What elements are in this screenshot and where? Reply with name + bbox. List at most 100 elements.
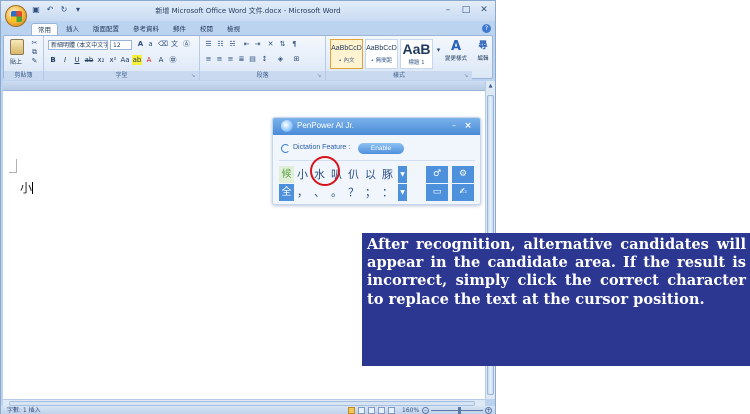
candidate-dropdown-icon[interactable]: ▼ [398, 166, 407, 183]
symbol-1[interactable]: ， [294, 184, 311, 201]
help-icon[interactable]: ? [482, 24, 491, 33]
close-button[interactable]: ✕ [477, 5, 491, 16]
bullets-icon[interactable]: ☰ [204, 40, 213, 49]
char-border-icon[interactable]: Ⓐ [182, 40, 191, 49]
tab-review[interactable]: 校閱 [194, 23, 219, 35]
settings-icon[interactable]: ⚙ [452, 166, 474, 183]
candidate-1[interactable]: 小 [294, 166, 311, 183]
strikethrough-button[interactable]: ab [84, 55, 94, 65]
multilevel-list-icon[interactable]: ☵ [228, 40, 237, 49]
symbol-dropdown-icon[interactable]: ▼ [398, 184, 407, 201]
symbol-6[interactable]: ： [379, 184, 396, 201]
dictionary-icon[interactable]: ▭ [426, 184, 448, 201]
phonetic-guide-icon[interactable]: 文 [170, 40, 179, 49]
highlight-icon[interactable]: ab [132, 55, 142, 65]
increase-indent-icon[interactable]: ⇥ [253, 40, 262, 49]
align-center-icon[interactable]: ≡ [215, 55, 224, 64]
align-right-icon[interactable]: ≡ [226, 55, 235, 64]
penpower-close-button[interactable]: × [463, 120, 473, 132]
decrease-indent-icon[interactable]: ⇤ [242, 40, 251, 49]
horizontal-scrollbar[interactable] [3, 399, 485, 406]
shrink-font-icon[interactable]: a [146, 40, 155, 49]
show-marks-icon[interactable]: ¶ [290, 40, 299, 49]
office-button[interactable] [5, 5, 27, 27]
zoom-level[interactable]: 160% [402, 406, 419, 414]
gender-icon[interactable]: ♂ [426, 166, 448, 183]
subscript-button[interactable]: x₂ [96, 55, 106, 65]
zoom-slider-thumb[interactable] [458, 407, 461, 414]
font-size-combo[interactable]: 12 [110, 40, 132, 50]
tab-view[interactable]: 檢視 [221, 23, 246, 35]
symbol-2[interactable]: 、 [311, 184, 328, 201]
penpower-title-bar[interactable]: PenPower AI Jr. – × [273, 118, 480, 135]
styles-more-icon[interactable]: ▾ [434, 46, 443, 55]
line-spacing-icon[interactable]: ↕ [260, 55, 269, 64]
candidate-6[interactable]: 豚 [379, 166, 396, 183]
minimize-button[interactable]: – [441, 5, 455, 16]
style-normal[interactable]: AaBbCcD • 內文 [330, 39, 363, 69]
candidate-5[interactable]: 以 [362, 166, 379, 183]
numbering-icon[interactable]: ☷ [216, 40, 225, 49]
caption-text: After recognition, alternative candidate… [367, 236, 746, 308]
scroll-up-icon[interactable]: ▲ [487, 83, 494, 90]
candidate-4[interactable]: 仈 [345, 166, 362, 183]
font-name-combo[interactable]: 新細明體 (本文中文字) [48, 40, 108, 50]
redo-icon[interactable]: ↻ [59, 5, 69, 15]
tab-page-layout[interactable]: 版面配置 [87, 23, 125, 35]
font-color-icon[interactable]: A [144, 55, 154, 65]
underline-button[interactable]: U [72, 55, 82, 65]
tab-references[interactable]: 參考資料 [127, 23, 165, 35]
full-screen-view-icon[interactable] [358, 407, 365, 414]
cut-icon[interactable]: ✂ [30, 39, 39, 48]
sort-icon[interactable]: ⇅ [278, 40, 287, 49]
justify-icon[interactable]: ≣ [237, 55, 246, 64]
print-layout-view-icon[interactable] [348, 407, 355, 414]
customize-qat-icon[interactable]: ▾ [73, 5, 83, 15]
draft-view-icon[interactable] [388, 407, 395, 414]
penpower-panel: PenPower AI Jr. – × Dictation Feature : … [272, 117, 481, 205]
symbol-5[interactable]: ； [362, 184, 379, 201]
tab-home[interactable]: 常用 [31, 23, 58, 35]
paragraph-dialog-launcher-icon[interactable]: ↘ [317, 73, 323, 79]
outline-view-icon[interactable] [378, 407, 385, 414]
change-styles-button[interactable]: A 變更樣式 [445, 39, 467, 69]
style-no-spacing[interactable]: AaBbCcD • 無間距 [365, 39, 398, 69]
align-left-icon[interactable]: ≡ [204, 55, 213, 64]
asian-layout-icon[interactable]: ✕ [266, 40, 275, 49]
web-layout-view-icon[interactable] [368, 407, 375, 414]
paste-icon[interactable] [10, 39, 24, 55]
superscript-button[interactable]: x² [108, 55, 118, 65]
editing-button[interactable]: 尋 編輯 [472, 39, 494, 69]
style-heading-1[interactable]: AaB 標題 1 [400, 39, 433, 69]
undo-icon[interactable]: ↶ [45, 5, 55, 15]
enclose-char-icon[interactable]: ㊥ [168, 55, 178, 65]
save-icon[interactable]: ▣ [31, 5, 41, 15]
clear-format-icon[interactable]: ⌫ [158, 40, 168, 49]
font-dialog-launcher-icon[interactable]: ↘ [191, 73, 197, 79]
styles-dialog-launcher-icon[interactable]: ↘ [464, 73, 470, 79]
symbol-3[interactable]: 。 [328, 184, 345, 201]
symbol-4[interactable]: ？ [345, 184, 362, 201]
penpower-minimize-button[interactable]: – [449, 120, 459, 132]
change-case-button[interactable]: Aa [120, 55, 130, 65]
enable-button[interactable]: Enable [358, 143, 404, 154]
shading-icon[interactable]: ◈ [276, 55, 285, 64]
copy-icon[interactable]: ⧉ [30, 48, 39, 57]
zoom-in-icon[interactable]: + [485, 407, 492, 414]
grow-font-icon[interactable]: A [136, 40, 145, 49]
format-painter-icon[interactable]: ✎ [30, 57, 39, 66]
italic-button[interactable]: I [60, 55, 70, 65]
divider [279, 160, 475, 161]
borders-icon[interactable]: ⊞ [292, 55, 301, 64]
editing-label: 編輯 [477, 56, 489, 62]
zoom-out-icon[interactable]: – [422, 407, 429, 414]
handwriting-icon[interactable]: ✍ [452, 184, 474, 201]
tab-insert[interactable]: 插入 [60, 23, 85, 35]
distributed-icon[interactable]: ▤ [248, 55, 257, 64]
tab-mailings[interactable]: 郵件 [167, 23, 192, 35]
char-shading-icon[interactable]: A [156, 55, 166, 65]
zoom-slider[interactable] [431, 410, 483, 411]
paste-label: 貼上 [10, 59, 23, 66]
maximize-button[interactable]: □ [459, 5, 473, 16]
bold-button[interactable]: B [48, 55, 58, 65]
